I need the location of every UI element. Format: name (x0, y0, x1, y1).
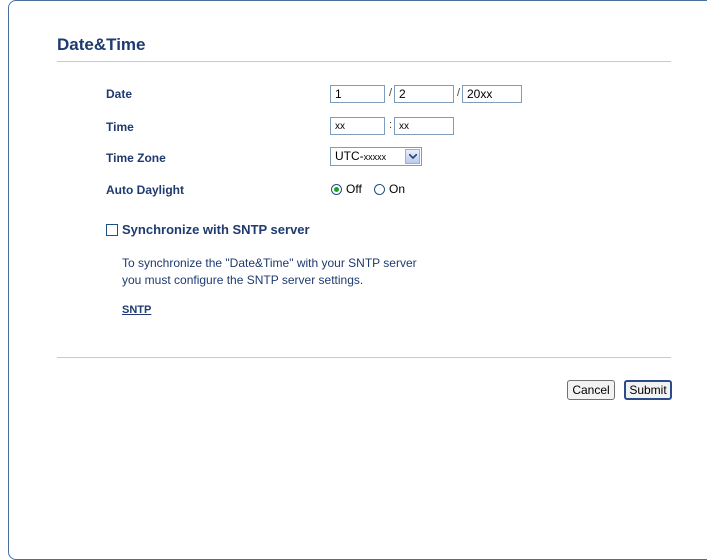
daylight-off-radio[interactable] (331, 184, 342, 195)
title-divider (57, 61, 671, 62)
daylight-on-radio[interactable] (374, 184, 385, 195)
auto-daylight-label: Auto Daylight (106, 183, 184, 197)
date-separator: / (389, 87, 393, 99)
sntp-description-line2: you must configure the SNTP server setti… (122, 273, 364, 287)
date-year-input[interactable] (462, 85, 522, 103)
time-label: Time (106, 120, 134, 134)
sntp-link[interactable]: SNTP (122, 304, 151, 316)
daylight-on-label: On (389, 182, 406, 196)
sntp-description-line1: To synchronize the "Date&Time" with your… (122, 256, 417, 270)
daylight-off-label: Off (346, 182, 362, 196)
time-hour-input[interactable] (330, 117, 385, 135)
cancel-button[interactable]: Cancel (567, 380, 615, 400)
section-divider (57, 357, 671, 358)
timezone-select[interactable]: UTC-xxxxx (330, 147, 422, 166)
date-month-input[interactable] (394, 85, 454, 103)
timezone-value: UTC-xxxxx (335, 149, 387, 163)
time-separator: : (389, 119, 393, 131)
time-minute-input[interactable] (394, 117, 454, 135)
date-day-input[interactable] (330, 85, 385, 103)
page-title: Date&Time (57, 35, 146, 54)
sntp-sync-label: Synchronize with SNTP server (122, 222, 310, 237)
dropdown-arrow-icon[interactable] (405, 149, 420, 164)
sntp-sync-checkbox[interactable] (106, 224, 118, 236)
date-separator: / (457, 87, 461, 99)
timezone-label: Time Zone (106, 151, 166, 165)
submit-button[interactable]: Submit (624, 380, 672, 400)
date-label: Date (106, 87, 133, 101)
